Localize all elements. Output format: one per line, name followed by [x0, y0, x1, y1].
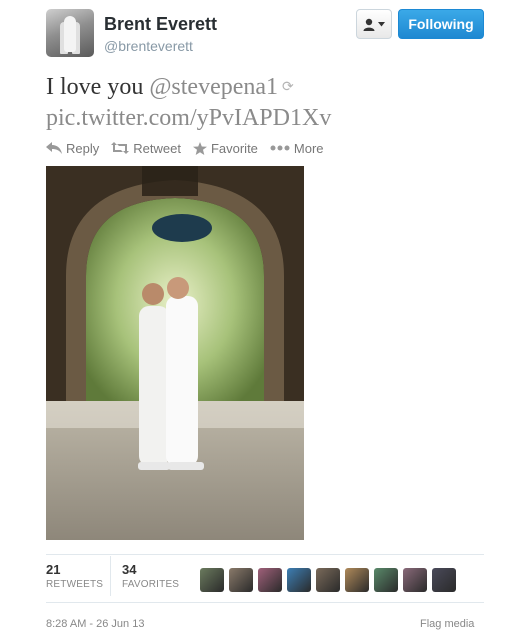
favoriter-avatar[interactable] — [403, 568, 427, 592]
user-actions-dropdown-button[interactable] — [356, 9, 392, 39]
favorites-count: 34 — [122, 562, 137, 577]
favoriter-avatar[interactable] — [229, 568, 253, 592]
reply-icon — [46, 142, 62, 154]
favoriter-avatar[interactable] — [287, 568, 311, 592]
retweets-stat[interactable]: 21 RETWEETS — [46, 562, 103, 590]
retweet-icon — [111, 142, 130, 154]
favorites-stat[interactable]: 34 FAVORITES — [122, 562, 179, 590]
more-dots-icon — [270, 145, 290, 151]
favoriters-list — [200, 568, 456, 592]
retweet-action[interactable]: Retweet — [111, 138, 181, 158]
favoriter-avatar[interactable] — [316, 568, 340, 592]
user-icon — [363, 18, 375, 31]
flag-media-link[interactable]: Flag media — [420, 618, 474, 630]
user-fullname[interactable]: Brent Everett — [104, 14, 217, 35]
mention-link[interactable]: @stevepena1 — [149, 74, 278, 100]
star-icon — [192, 141, 207, 155]
tweet-timestamp[interactable]: 8:28 AM - 26 Jun 13 — [46, 618, 144, 630]
retweet-label: Retweet — [133, 140, 181, 156]
pic-link[interactable]: pic.twitter.com/yPvIAPD1Xv — [46, 105, 331, 131]
user-username[interactable]: @brenteverett — [104, 38, 193, 54]
more-label: More — [293, 140, 324, 156]
retweets-label: RETWEETS — [46, 579, 104, 590]
photo-illustration — [46, 166, 304, 540]
caret-down-icon — [378, 21, 385, 26]
reply-action[interactable]: Reply — [46, 138, 99, 158]
more-action[interactable]: More — [270, 138, 324, 158]
avatar-figure — [64, 16, 76, 52]
stats-separator — [110, 556, 111, 596]
retweets-count: 21 — [46, 562, 61, 577]
reply-label: Reply — [66, 140, 100, 156]
favorite-action[interactable]: Favorite — [192, 138, 258, 158]
favoriter-avatar[interactable] — [374, 568, 398, 592]
favoriter-avatar[interactable] — [258, 568, 282, 592]
conversation-icon: ⟳ — [282, 80, 294, 96]
favoriter-avatar[interactable] — [432, 568, 456, 592]
tweet-text: I love you @stevepena1 ⟳ pic.twitter.com/… — [46, 72, 486, 133]
tweet-actions: Reply Retweet Favorite More — [46, 138, 324, 158]
stats-top-divider — [46, 554, 484, 555]
stats-bottom-divider — [46, 602, 484, 603]
favorite-label: Favorite — [210, 140, 258, 156]
tweet-media-photo[interactable] — [46, 166, 304, 540]
tweet-text-body: I love you — [46, 74, 150, 100]
favorites-label: FAVORITES — [122, 579, 180, 590]
favoriter-avatar[interactable] — [200, 568, 224, 592]
profile-avatar[interactable] — [46, 9, 94, 57]
following-button[interactable]: Following — [398, 9, 484, 39]
favoriter-avatar[interactable] — [345, 568, 369, 592]
